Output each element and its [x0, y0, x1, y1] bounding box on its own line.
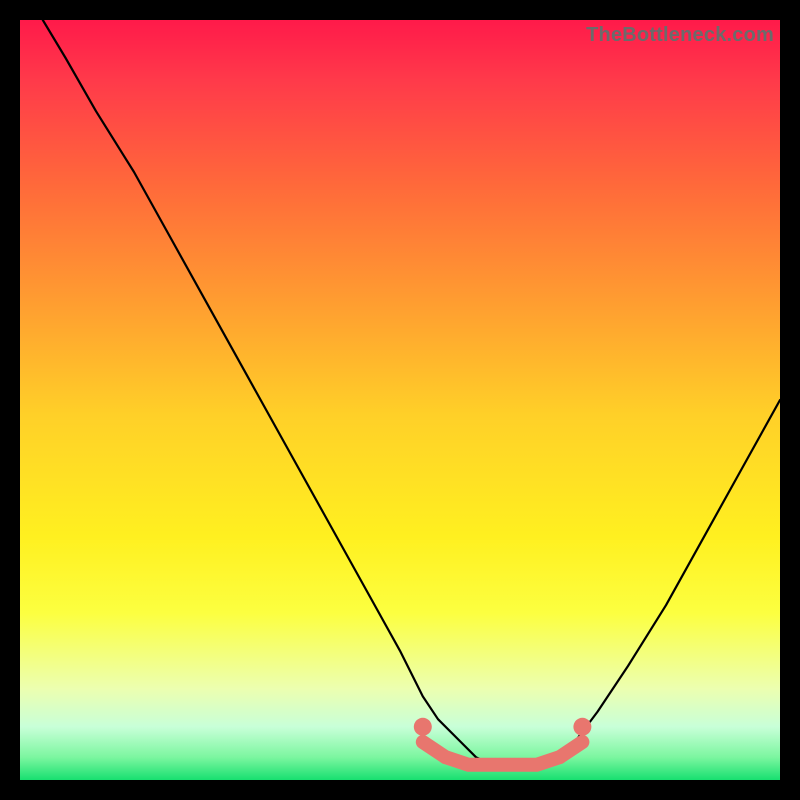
curve-svg [20, 20, 780, 780]
highlight-dot [573, 718, 591, 736]
highlight-dot [553, 750, 567, 764]
highlight-dot [439, 750, 453, 764]
highlight-region-line [423, 742, 583, 765]
highlight-dot [414, 718, 432, 736]
plot-area: TheBottleneck.com [20, 20, 780, 780]
watermark-text: TheBottleneck.com [586, 24, 774, 47]
highlight-markers [414, 718, 592, 765]
bottleneck-curve [43, 20, 780, 765]
chart-frame: TheBottleneck.com [0, 0, 800, 800]
